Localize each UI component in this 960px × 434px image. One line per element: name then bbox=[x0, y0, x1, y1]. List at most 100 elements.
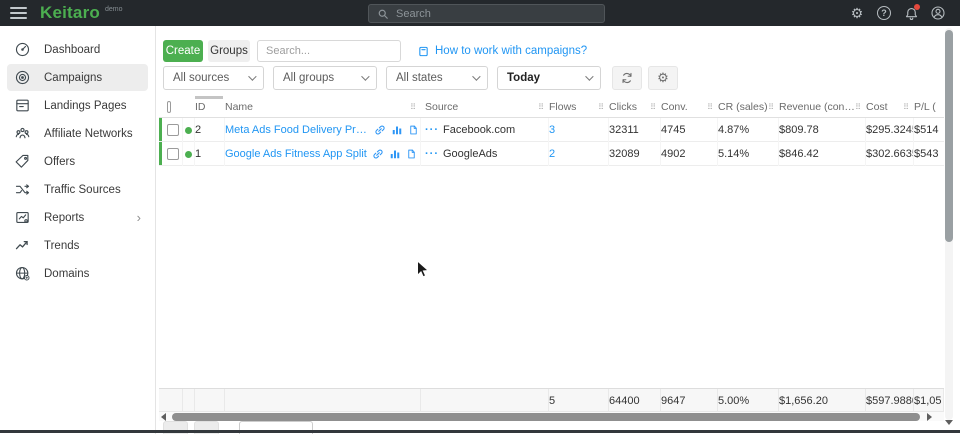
column-header-name[interactable]: Name⠿ bbox=[225, 96, 421, 118]
main-content: Create Groups How to work with campaigns… bbox=[157, 26, 960, 434]
trends-icon bbox=[14, 237, 31, 254]
refresh-icon bbox=[620, 71, 634, 85]
window-bottom-edge bbox=[0, 430, 960, 433]
campaign-notes-icon[interactable] bbox=[408, 124, 420, 136]
cell-conv: 4745 bbox=[661, 118, 718, 142]
cell-name: Google Ads Fitness App Split bbox=[225, 142, 421, 166]
table-header: ID Name⠿ Source⠿ Flows⠿ Clicks⠿ Conv.⠿ C… bbox=[159, 96, 944, 118]
cell-id: 1 bbox=[195, 142, 225, 166]
totals-clicks: 64400 bbox=[609, 389, 661, 413]
reports-icon bbox=[14, 209, 31, 226]
campaign-link-icon[interactable] bbox=[372, 148, 384, 160]
campaigns-toolbar: Create Groups How to work with campaigns… bbox=[163, 40, 587, 62]
column-header-cost[interactable]: Cost⠿ bbox=[866, 96, 914, 118]
cell-pl: $514 bbox=[914, 118, 944, 142]
states-filter-dropdown[interactable]: All states bbox=[386, 66, 488, 90]
help-link-label: How to work with campaigns? bbox=[435, 45, 587, 57]
campaign-name-link[interactable]: Meta Ads Food Delivery Promo bbox=[225, 124, 369, 136]
drag-handle-icon[interactable]: ⠿ bbox=[903, 103, 909, 112]
scroll-down-arrow-icon[interactable] bbox=[945, 420, 953, 425]
drag-handle-icon[interactable]: ⠿ bbox=[855, 103, 861, 112]
logo-demo-badge: demo bbox=[105, 6, 123, 13]
create-button[interactable]: Create bbox=[163, 40, 203, 62]
user-profile-icon[interactable] bbox=[930, 5, 946, 21]
help-link[interactable]: How to work with campaigns? bbox=[418, 45, 587, 57]
sidebar-item-label: Domains bbox=[44, 268, 89, 280]
table-row[interactable]: 2 Meta Ads Food Delivery Promo ··· Faceb… bbox=[159, 118, 944, 142]
global-search-input[interactable] bbox=[396, 8, 596, 20]
guide-book-icon bbox=[418, 46, 429, 57]
sidebar-item-trends[interactable]: Trends bbox=[7, 232, 148, 259]
drag-handle-icon[interactable]: ⠿ bbox=[650, 103, 656, 112]
campaign-notes-icon[interactable] bbox=[406, 148, 418, 160]
column-header-id[interactable]: ID bbox=[195, 96, 225, 118]
cell-conv: 4902 bbox=[661, 142, 718, 166]
more-actions-icon[interactable]: ··· bbox=[425, 124, 439, 136]
domains-icon bbox=[14, 265, 31, 282]
row-checkbox[interactable] bbox=[167, 124, 179, 136]
more-actions-icon[interactable]: ··· bbox=[425, 148, 439, 160]
refresh-button[interactable] bbox=[612, 66, 642, 90]
help-icon[interactable]: ? bbox=[876, 5, 892, 21]
scroll-left-arrow-icon[interactable] bbox=[161, 413, 166, 421]
table-settings-button[interactable]: ⚙ bbox=[648, 66, 678, 90]
column-header-pl[interactable]: P/L ( bbox=[914, 96, 944, 118]
notifications-bell-icon[interactable] bbox=[903, 5, 919, 21]
horizontal-scrollbar[interactable] bbox=[159, 412, 944, 421]
sidebar-item-affiliate-networks[interactable]: Affiliate Networks bbox=[7, 120, 148, 147]
table-row[interactable]: 1 Google Ads Fitness App Split ··· Googl… bbox=[159, 142, 944, 166]
date-range-dropdown[interactable]: Today bbox=[497, 66, 601, 90]
scroll-right-arrow-icon[interactable] bbox=[927, 413, 932, 421]
groups-filter-dropdown[interactable]: All groups bbox=[273, 66, 377, 90]
sources-filter-dropdown[interactable]: All sources bbox=[163, 66, 264, 90]
topbar: Keitaro demo ⚙ ? bbox=[0, 0, 960, 26]
campaign-stats-icon[interactable] bbox=[389, 148, 401, 160]
flows-link[interactable]: 3 bbox=[549, 124, 555, 136]
affiliate-networks-icon bbox=[14, 125, 31, 142]
column-header-clicks[interactable]: Clicks⠿ bbox=[609, 96, 661, 118]
sidebar-item-offers[interactable]: Offers bbox=[7, 148, 148, 175]
drag-handle-icon[interactable]: ⠿ bbox=[768, 103, 774, 112]
search-icon bbox=[377, 8, 389, 20]
sidebar-item-landings-pages[interactable]: Landings Pages bbox=[7, 92, 148, 119]
vertical-scrollbar-thumb[interactable] bbox=[945, 30, 953, 242]
sources-filter-value: All sources bbox=[173, 72, 229, 84]
sidebar-item-campaigns[interactable]: Campaigns bbox=[7, 64, 148, 91]
select-all-checkbox[interactable] bbox=[167, 101, 171, 113]
column-header-conv[interactable]: Conv.⠿ bbox=[661, 96, 718, 118]
vertical-scrollbar[interactable] bbox=[945, 28, 953, 420]
column-header-flows[interactable]: Flows⠿ bbox=[549, 96, 609, 118]
campaign-stats-icon[interactable] bbox=[391, 124, 403, 136]
totals-cost: $597.9880 bbox=[866, 389, 914, 413]
totals-flows: 5 bbox=[549, 389, 609, 413]
cell-revenue: $809.78 bbox=[779, 118, 866, 142]
gear-icon: ⚙ bbox=[657, 70, 669, 86]
sidebar-item-label: Trends bbox=[44, 240, 79, 252]
campaigns-search-input[interactable] bbox=[257, 40, 401, 62]
row-checkbox[interactable] bbox=[167, 148, 179, 160]
drag-handle-icon[interactable]: ⠿ bbox=[410, 103, 416, 112]
sidebar-item-traffic-sources[interactable]: Traffic Sources bbox=[7, 176, 148, 203]
sidebar-item-reports[interactable]: Reports › bbox=[7, 204, 148, 231]
groups-button[interactable]: Groups bbox=[208, 40, 250, 62]
sidebar-item-dashboard[interactable]: Dashboard bbox=[7, 36, 148, 63]
global-search[interactable] bbox=[368, 4, 605, 23]
column-header-revenue[interactable]: Revenue (con…⠿ bbox=[779, 96, 866, 118]
drag-handle-icon[interactable]: ⠿ bbox=[538, 103, 544, 112]
sidebar-item-domains[interactable]: Domains bbox=[7, 260, 148, 287]
flows-link[interactable]: 2 bbox=[549, 148, 555, 160]
totals-id bbox=[195, 389, 225, 413]
menu-icon[interactable] bbox=[10, 7, 27, 19]
settings-icon[interactable]: ⚙ bbox=[849, 5, 865, 21]
cell-clicks: 32311 bbox=[609, 118, 661, 142]
drag-handle-icon[interactable]: ⠿ bbox=[598, 103, 604, 112]
campaign-link-icon[interactable] bbox=[374, 124, 386, 136]
app-logo[interactable]: Keitaro demo bbox=[40, 3, 123, 23]
sidebar-item-label: Campaigns bbox=[44, 72, 102, 84]
horizontal-scrollbar-thumb[interactable] bbox=[172, 413, 920, 421]
column-header-source[interactable]: Source⠿ bbox=[421, 96, 549, 118]
column-header-cr[interactable]: CR (sales)⠿ bbox=[718, 96, 779, 118]
drag-handle-icon[interactable]: ⠿ bbox=[707, 103, 713, 112]
campaign-name-link[interactable]: Google Ads Fitness App Split bbox=[225, 148, 367, 160]
states-filter-value: All states bbox=[396, 72, 443, 84]
